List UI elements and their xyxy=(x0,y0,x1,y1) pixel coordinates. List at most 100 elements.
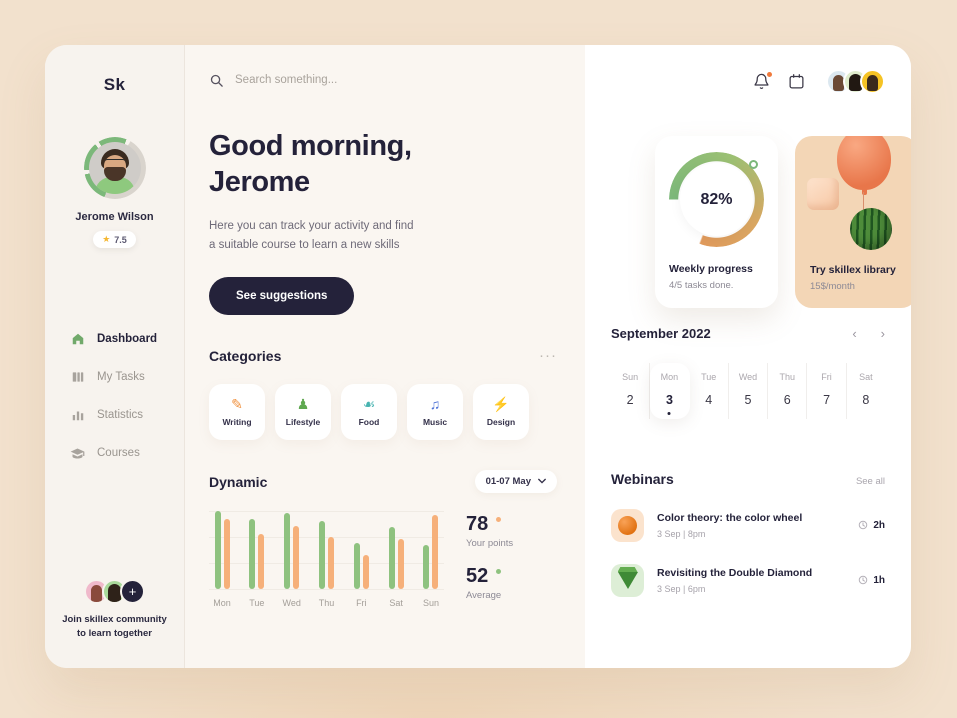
community-promo: + Join skillex community to learn togeth… xyxy=(62,578,167,642)
webinar-title: Revisiting the Double Diamond xyxy=(657,567,813,579)
bell-icon[interactable] xyxy=(753,72,772,90)
sidebar-item-dashboard[interactable]: Dashboard xyxy=(70,320,184,358)
search-bar[interactable] xyxy=(209,73,485,88)
day-date: 6 xyxy=(783,393,791,407)
dynamic-chart: Mon Tue Wed Thu Fri Sat Sun 78 Your poin… xyxy=(209,511,585,617)
weekly-progress-subtitle: 4/5 tasks done. xyxy=(669,280,734,291)
chart-bars xyxy=(209,511,444,590)
lifestyle-icon: ♟ xyxy=(296,396,310,413)
progress-ring: 82% xyxy=(669,152,764,247)
calendar-icon[interactable] xyxy=(788,73,805,90)
community-text-line2: to learn together xyxy=(77,628,152,640)
day-date: 7 xyxy=(823,393,831,407)
chart-x-labels: Mon Tue Wed Thu Fri Sat Sun xyxy=(209,598,444,608)
stat-label: Average xyxy=(466,590,502,602)
stat-dot-icon xyxy=(495,517,501,523)
sidebar-item-courses[interactable]: Courses xyxy=(70,434,184,472)
category-food[interactable]: ☙ Food xyxy=(341,384,397,441)
team-avatars[interactable] xyxy=(826,69,885,94)
search-input[interactable] xyxy=(235,74,485,86)
calendar-month-title: September 2022 xyxy=(611,326,711,341)
greeting-block: Good morning, Jerome Here you can track … xyxy=(185,115,585,316)
day-name: Fri xyxy=(821,372,832,382)
team-avatar-3 xyxy=(860,69,885,94)
greeting-line2: Jerome xyxy=(209,165,310,198)
webinar-title: Color theory: the color wheel xyxy=(657,512,803,524)
calendar-next-button[interactable]: › xyxy=(881,326,885,341)
selected-day-dot xyxy=(667,412,671,415)
calendar-section: September 2022 ‹ › Sun 2 Mon 3 Tue 4 Wed… xyxy=(585,326,911,419)
sidebar-item-my-tasks[interactable]: My Tasks xyxy=(70,358,184,396)
categories-more-button[interactable]: ··· xyxy=(539,347,557,364)
weekly-progress-card[interactable]: 82% Weekly progress 4/5 tasks done. xyxy=(655,136,778,308)
rating-value: 7.5 xyxy=(114,234,127,245)
calendar-day-fri[interactable]: Fri 7 xyxy=(807,363,847,419)
category-lifestyle[interactable]: ♟ Lifestyle xyxy=(275,384,331,441)
category-design[interactable]: ⚡ Design xyxy=(473,384,529,441)
library-promo-card[interactable]: Try skillex library 15$/month xyxy=(795,136,911,308)
cube-icon xyxy=(807,178,839,210)
see-suggestions-button[interactable]: See suggestions xyxy=(209,277,355,316)
webinars-section: Webinars See all Color theory: the color… xyxy=(585,471,911,597)
calendar-day-sun[interactable]: Sun 2 xyxy=(611,363,651,419)
date-range-dropdown[interactable]: 01-07 May xyxy=(474,470,557,494)
add-community-button[interactable]: + xyxy=(119,578,145,604)
topbar xyxy=(185,45,585,115)
stat-average: 52 Average xyxy=(466,565,585,601)
day-date: 5 xyxy=(744,393,752,407)
bar-group-wed xyxy=(279,513,305,590)
stat-value: 78 xyxy=(466,513,489,536)
app-logo[interactable]: Sk xyxy=(104,75,126,95)
left-column: Good morning, Jerome Here you can track … xyxy=(185,45,585,668)
webinar-row-2[interactable]: Revisiting the Double Diamond 3 Sep | 6p… xyxy=(611,564,885,597)
webinars-see-all-link[interactable]: See all xyxy=(856,476,885,487)
calendar-day-sat[interactable]: Sat 8 xyxy=(847,363,885,419)
webinar-meta: 3 Sep | 6pm xyxy=(657,584,706,594)
courses-icon xyxy=(70,446,85,461)
bar-group-thu xyxy=(313,521,339,590)
category-writing[interactable]: ✎ Writing xyxy=(209,384,265,441)
x-label: Tue xyxy=(249,598,265,609)
sidebar: Sk Jerome Wilson ★ 7.5 Dashboard My Task… xyxy=(45,45,185,668)
sphere-icon xyxy=(611,509,644,542)
clock-icon xyxy=(858,575,868,587)
category-label: Music xyxy=(422,417,448,428)
day-name: Tue xyxy=(701,372,717,382)
calendar-day-mon[interactable]: Mon 3 xyxy=(650,363,690,419)
greeting-sub-line2: a suitable course to learn a new skills xyxy=(209,239,400,252)
webinars-title: Webinars xyxy=(611,471,674,487)
sidebar-item-statistics[interactable]: Statistics xyxy=(70,396,184,434)
day-name: Sun xyxy=(622,372,639,382)
sidebar-profile: Jerome Wilson ★ 7.5 xyxy=(75,137,154,248)
calendar-prev-button[interactable]: ‹ xyxy=(852,326,856,341)
greeting-line1: Good morning, xyxy=(209,130,412,162)
x-label: Mon xyxy=(213,598,231,609)
avatar[interactable] xyxy=(83,137,146,199)
bar-group-fri xyxy=(348,543,374,590)
day-date: 8 xyxy=(862,393,870,407)
day-date: 2 xyxy=(626,393,634,407)
sidebar-label-courses: Courses xyxy=(97,447,140,459)
calendar-day-thu[interactable]: Thu 6 xyxy=(768,363,808,419)
main-content: Good morning, Jerome Here you can track … xyxy=(185,45,911,668)
stat-your-points: 78 Your points xyxy=(466,513,585,549)
webinar-row-1[interactable]: Color theory: the color wheel 3 Sep | 8p… xyxy=(611,509,885,542)
category-music[interactable]: ♫ Music xyxy=(407,384,463,441)
clock-icon xyxy=(858,520,868,532)
stat-value: 52 xyxy=(466,565,489,588)
sidebar-label-statistics: Statistics xyxy=(97,409,144,421)
chart-plot-area: Mon Tue Wed Thu Fri Sat Sun xyxy=(209,511,444,617)
dynamic-section: Dynamic 01-07 May Mon Tue Wed Thu Fri Sa… xyxy=(185,470,585,617)
calendar-day-tue[interactable]: Tue 4 xyxy=(690,363,729,419)
day-name: Sat xyxy=(859,372,873,382)
progress-value: 82% xyxy=(700,190,733,208)
calendar-day-wed[interactable]: Wed 5 xyxy=(729,363,769,419)
day-date: 3 xyxy=(665,393,673,407)
x-label: Fri xyxy=(356,598,367,609)
bar-group-mon xyxy=(209,511,235,590)
progress-ring-knob xyxy=(749,160,758,169)
stat-label: Your points xyxy=(466,538,514,550)
home-icon xyxy=(70,332,85,347)
sidebar-label-my-tasks: My Tasks xyxy=(97,371,145,383)
search-icon xyxy=(209,73,224,88)
